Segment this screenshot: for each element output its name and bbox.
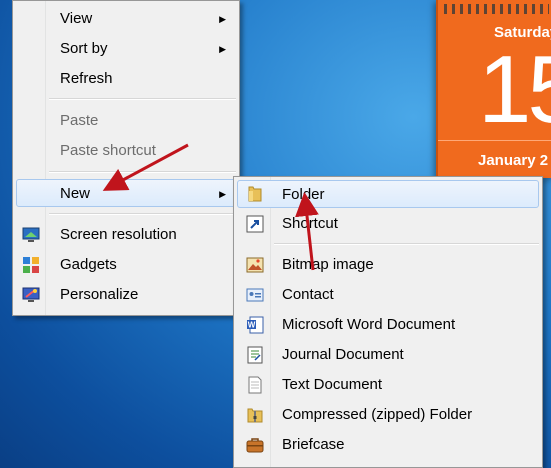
menu-item-label: Compressed (zipped) Folder <box>282 406 473 423</box>
new-submenu: Folder Shortcut Bitmap image Contact W M… <box>233 176 543 468</box>
submenu-arrow-icon: ▶ <box>219 44 226 54</box>
submenu-item-journal-document[interactable]: Journal Document <box>237 341 539 369</box>
zipped-folder-icon <box>246 406 264 424</box>
menu-item-label: Contact <box>282 286 334 303</box>
menu-item-label: Briefcase <box>282 436 345 453</box>
menu-item-paste[interactable]: Paste <box>16 107 236 135</box>
menu-item-refresh[interactable]: Refresh <box>16 65 236 93</box>
calendar-month: January 2 <box>478 152 549 169</box>
contact-icon <box>246 286 264 304</box>
menu-item-label: Folder <box>282 186 325 203</box>
menu-item-label: Shortcut <box>282 215 338 232</box>
svg-text:W: W <box>248 321 256 330</box>
menu-item-label: Screen resolution <box>60 226 177 243</box>
menu-item-label: Journal Document <box>282 346 404 363</box>
submenu-item-zipped-folder[interactable]: Compressed (zipped) Folder <box>237 401 539 429</box>
desktop-context-menu: View ▶ Sort by ▶ Refresh Paste Paste sho… <box>12 0 240 316</box>
menu-item-paste-shortcut[interactable]: Paste shortcut <box>16 137 236 165</box>
menu-item-personalize[interactable]: Personalize <box>16 281 236 309</box>
menu-item-label: Paste shortcut <box>60 142 156 159</box>
menu-separator <box>274 243 539 245</box>
calendar-day-number: 15 <box>478 36 551 143</box>
word-document-icon: W <box>246 316 264 334</box>
submenu-arrow-icon: ▶ <box>219 189 226 199</box>
submenu-item-contact[interactable]: Contact <box>237 281 539 309</box>
bitmap-icon <box>246 256 264 274</box>
menu-item-sort-by[interactable]: Sort by ▶ <box>16 35 236 63</box>
menu-separator <box>49 171 236 173</box>
submenu-item-word-document[interactable]: W Microsoft Word Document <box>237 311 539 339</box>
submenu-item-shortcut[interactable]: Shortcut <box>237 210 539 238</box>
menu-item-label: Bitmap image <box>282 256 374 273</box>
gadgets-icon <box>22 256 40 274</box>
menu-item-new[interactable]: New ▶ <box>16 179 236 207</box>
menu-item-label: View <box>60 10 93 27</box>
calendar-divider <box>438 140 551 141</box>
personalize-icon <box>22 286 40 304</box>
menu-item-label: Text Document <box>282 376 383 393</box>
menu-separator <box>49 98 236 100</box>
calendar-binding-rings <box>444 4 549 14</box>
menu-separator <box>49 213 236 215</box>
shortcut-icon <box>246 215 264 233</box>
screen-resolution-icon <box>22 226 40 244</box>
menu-item-label: Microsoft Word Document <box>282 316 456 333</box>
menu-item-label: Gadgets <box>60 256 117 273</box>
submenu-arrow-icon: ▶ <box>219 14 226 24</box>
menu-item-gadgets[interactable]: Gadgets <box>16 251 236 279</box>
menu-item-view[interactable]: View ▶ <box>16 5 236 33</box>
submenu-item-text-document[interactable]: Text Document <box>237 371 539 399</box>
briefcase-icon <box>246 436 264 454</box>
menu-item-screen-resolution[interactable]: Screen resolution <box>16 221 236 249</box>
submenu-item-bitmap-image[interactable]: Bitmap image <box>237 251 539 279</box>
folder-icon <box>246 185 264 203</box>
menu-item-label: Sort by <box>60 40 108 57</box>
menu-item-label: Paste <box>60 112 99 129</box>
text-document-icon <box>246 376 264 394</box>
submenu-item-briefcase[interactable]: Briefcase <box>237 431 539 459</box>
submenu-item-folder[interactable]: Folder <box>237 180 539 208</box>
menu-item-label: New <box>60 185 91 202</box>
journal-document-icon <box>246 346 264 364</box>
menu-item-label: Refresh <box>60 70 113 87</box>
calendar-gadget[interactable]: Saturday 15 January 2 <box>436 0 551 178</box>
menu-item-label: Personalize <box>60 286 139 303</box>
